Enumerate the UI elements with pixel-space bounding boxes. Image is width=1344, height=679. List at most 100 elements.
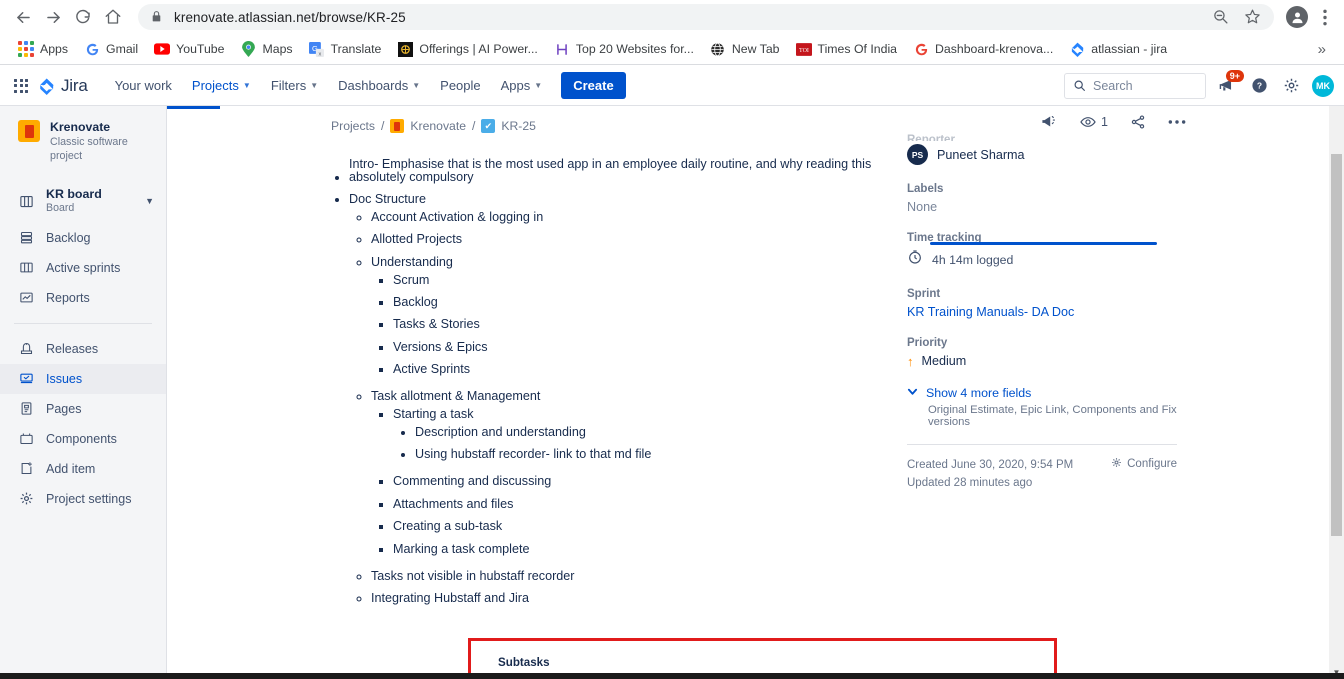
outline-item: Tasks & Stories: [393, 314, 931, 336]
outline-text: Doc Structure: [349, 192, 426, 207]
bookmark-maps[interactable]: Maps: [232, 38, 300, 60]
google-icon: [913, 41, 929, 57]
board-type: Board: [46, 202, 75, 215]
bookmark-dashboard-krenovate[interactable]: Dashboard-krenova...: [905, 38, 1061, 60]
bookmark-gmail[interactable]: Gmail: [76, 38, 146, 60]
time-tracking-field: Time tracking 4h 14m logged: [907, 232, 1177, 270]
reporter-field: Reporter PS Puneet Sharma: [907, 134, 1177, 165]
help-icon[interactable]: ?: [1248, 75, 1270, 97]
sidebar-item-label: Add item: [46, 461, 96, 476]
global-search-input[interactable]: Search: [1064, 72, 1206, 99]
chrome-menu-icon[interactable]: [1314, 6, 1336, 28]
bookmark-label: Maps: [262, 42, 293, 56]
bookmark-apps[interactable]: Apps: [10, 38, 76, 60]
nav-filters[interactable]: Filters ▼: [262, 72, 327, 99]
task-type-icon: ✔: [481, 119, 496, 133]
bookmark-label: Offerings | AI Power...: [419, 42, 538, 56]
jira-logo[interactable]: Jira: [38, 76, 88, 96]
chrome-profile-avatar[interactable]: [1286, 6, 1308, 28]
configure-button[interactable]: Configure: [1111, 457, 1177, 471]
app-switcher-icon[interactable]: [14, 78, 28, 93]
bookmark-new-tab[interactable]: New Tab: [702, 38, 788, 60]
nav-people[interactable]: People: [431, 72, 489, 99]
ellipsis-icon[interactable]: [1168, 119, 1186, 125]
chevron-down-icon[interactable]: ▼: [145, 196, 154, 206]
labels-value[interactable]: None: [907, 200, 1177, 214]
priority-value[interactable]: ↑ Medium: [907, 354, 1177, 368]
sidebar-item-active-sprints[interactable]: Active sprints: [0, 253, 166, 283]
clock-icon: [907, 249, 923, 270]
sidebar-item-project-settings[interactable]: Project settings: [0, 484, 166, 514]
bookmark-atlassian-jira[interactable]: atlassian - jira: [1061, 38, 1175, 60]
bookmark-label: atlassian - jira: [1091, 42, 1168, 56]
megaphone-icon[interactable]: [1041, 113, 1058, 130]
outline-text: Creating a sub-task: [393, 519, 503, 534]
created-timestamp: Created June 30, 2020, 9:54 PM: [907, 459, 1074, 471]
scrollbar-thumb[interactable]: [1331, 154, 1342, 536]
project-type: Classic software project: [50, 136, 128, 163]
configure-label: Configure: [1127, 458, 1177, 470]
home-icon[interactable]: [98, 2, 128, 32]
outline-item: Description and understanding: [415, 421, 931, 443]
breadcrumb-projects[interactable]: Projects: [331, 119, 375, 133]
show-more-fields-list: Original Estimate, Epic Link, Components…: [928, 404, 1177, 428]
reporter-value[interactable]: PS Puneet Sharma: [907, 144, 1177, 165]
sprint-value[interactable]: KR Training Manuals- DA Doc: [907, 305, 1177, 319]
create-issue-button[interactable]: Create: [561, 72, 626, 99]
show-more-fields-toggle[interactable]: Show 4 more fields: [907, 386, 1177, 400]
reload-icon[interactable]: [68, 2, 98, 32]
bookmark-label: Translate: [330, 42, 382, 56]
sprint-field: Sprint KR Training Manuals- DA Doc: [907, 288, 1177, 319]
outline-text: Backlog: [393, 295, 438, 310]
outline-item: Marking a task complete: [393, 538, 931, 560]
outline-text: Tasks not visible in hubstaff recorder: [371, 568, 575, 583]
bookmark-label: New Tab: [731, 42, 780, 56]
priority-text: Medium: [921, 354, 967, 368]
time-tracking-value[interactable]: 4h 14m logged: [907, 242, 1177, 270]
sidebar-item-pages[interactable]: Pages: [0, 394, 166, 424]
nav-apps[interactable]: Apps ▼: [492, 72, 552, 99]
sidebar-item-label: Project settings: [46, 491, 132, 506]
user-avatar[interactable]: MK: [1312, 74, 1334, 97]
back-arrow-icon[interactable]: [8, 2, 38, 32]
sidebar-item-reports[interactable]: Reports: [0, 283, 166, 313]
breadcrumb-project[interactable]: Krenovate: [410, 119, 466, 133]
outline-text: Scrum: [393, 272, 430, 287]
notifications-bell-icon[interactable]: 9+: [1216, 69, 1244, 97]
issues-icon: [18, 371, 34, 387]
sidebar-item-issues[interactable]: Issues: [0, 363, 166, 394]
sidebar-item-backlog[interactable]: Backlog: [0, 223, 166, 253]
vertical-scrollbar[interactable]: ▼: [1329, 106, 1344, 679]
watchers-control[interactable]: 1: [1080, 114, 1108, 130]
sidebar-nav: KR board Board ▼ Backlog Active sprints …: [0, 180, 166, 514]
sidebar-item-releases[interactable]: Releases: [0, 334, 166, 364]
forward-arrow-icon[interactable]: [38, 2, 68, 32]
bookmarks-overflow-icon[interactable]: »: [1310, 41, 1334, 58]
zoom-out-icon[interactable]: [1212, 8, 1230, 26]
details-divider: [907, 444, 1177, 445]
chevron-down-icon: ▼: [242, 81, 251, 90]
share-icon[interactable]: [1130, 114, 1146, 130]
browser-window: krenovate.atlassian.net/browse/KR-25 App…: [0, 0, 1344, 679]
sidebar-item-kr-board[interactable]: KR board Board ▼: [0, 180, 166, 223]
nav-projects[interactable]: Projects ▼: [183, 72, 260, 99]
settings-gear-icon[interactable]: [1280, 75, 1302, 97]
sidebar-item-add-item[interactable]: Add item: [0, 454, 166, 484]
bookmark-top20[interactable]: Top 20 Websites for...: [546, 38, 702, 60]
nav-your-work[interactable]: Your work: [106, 72, 181, 99]
svg-text:TOI: TOI: [799, 48, 809, 54]
breadcrumb-issue-key[interactable]: KR-25: [501, 119, 536, 133]
address-bar[interactable]: krenovate.atlassian.net/browse/KR-25: [138, 4, 1274, 30]
nav-dashboards[interactable]: Dashboards ▼: [329, 72, 429, 99]
sidebar-item-components[interactable]: Components: [0, 424, 166, 454]
outline-item: Versions & Epics: [393, 336, 931, 358]
outline-text: Account Activation & logging in: [371, 210, 544, 225]
bookmark-star-icon[interactable]: [1244, 8, 1262, 26]
avatar: PS: [907, 144, 928, 165]
project-header[interactable]: Krenovate Classic software project: [0, 120, 166, 180]
outline-item: Integrating Hubstaff and Jira: [371, 587, 931, 609]
bookmark-youtube[interactable]: YouTube: [146, 38, 232, 60]
bookmark-offerings[interactable]: Offerings | AI Power...: [389, 38, 545, 60]
bookmark-translate[interactable]: Gx Translate: [301, 38, 390, 60]
bookmark-times-of-india[interactable]: TOI Times Of India: [788, 38, 906, 60]
